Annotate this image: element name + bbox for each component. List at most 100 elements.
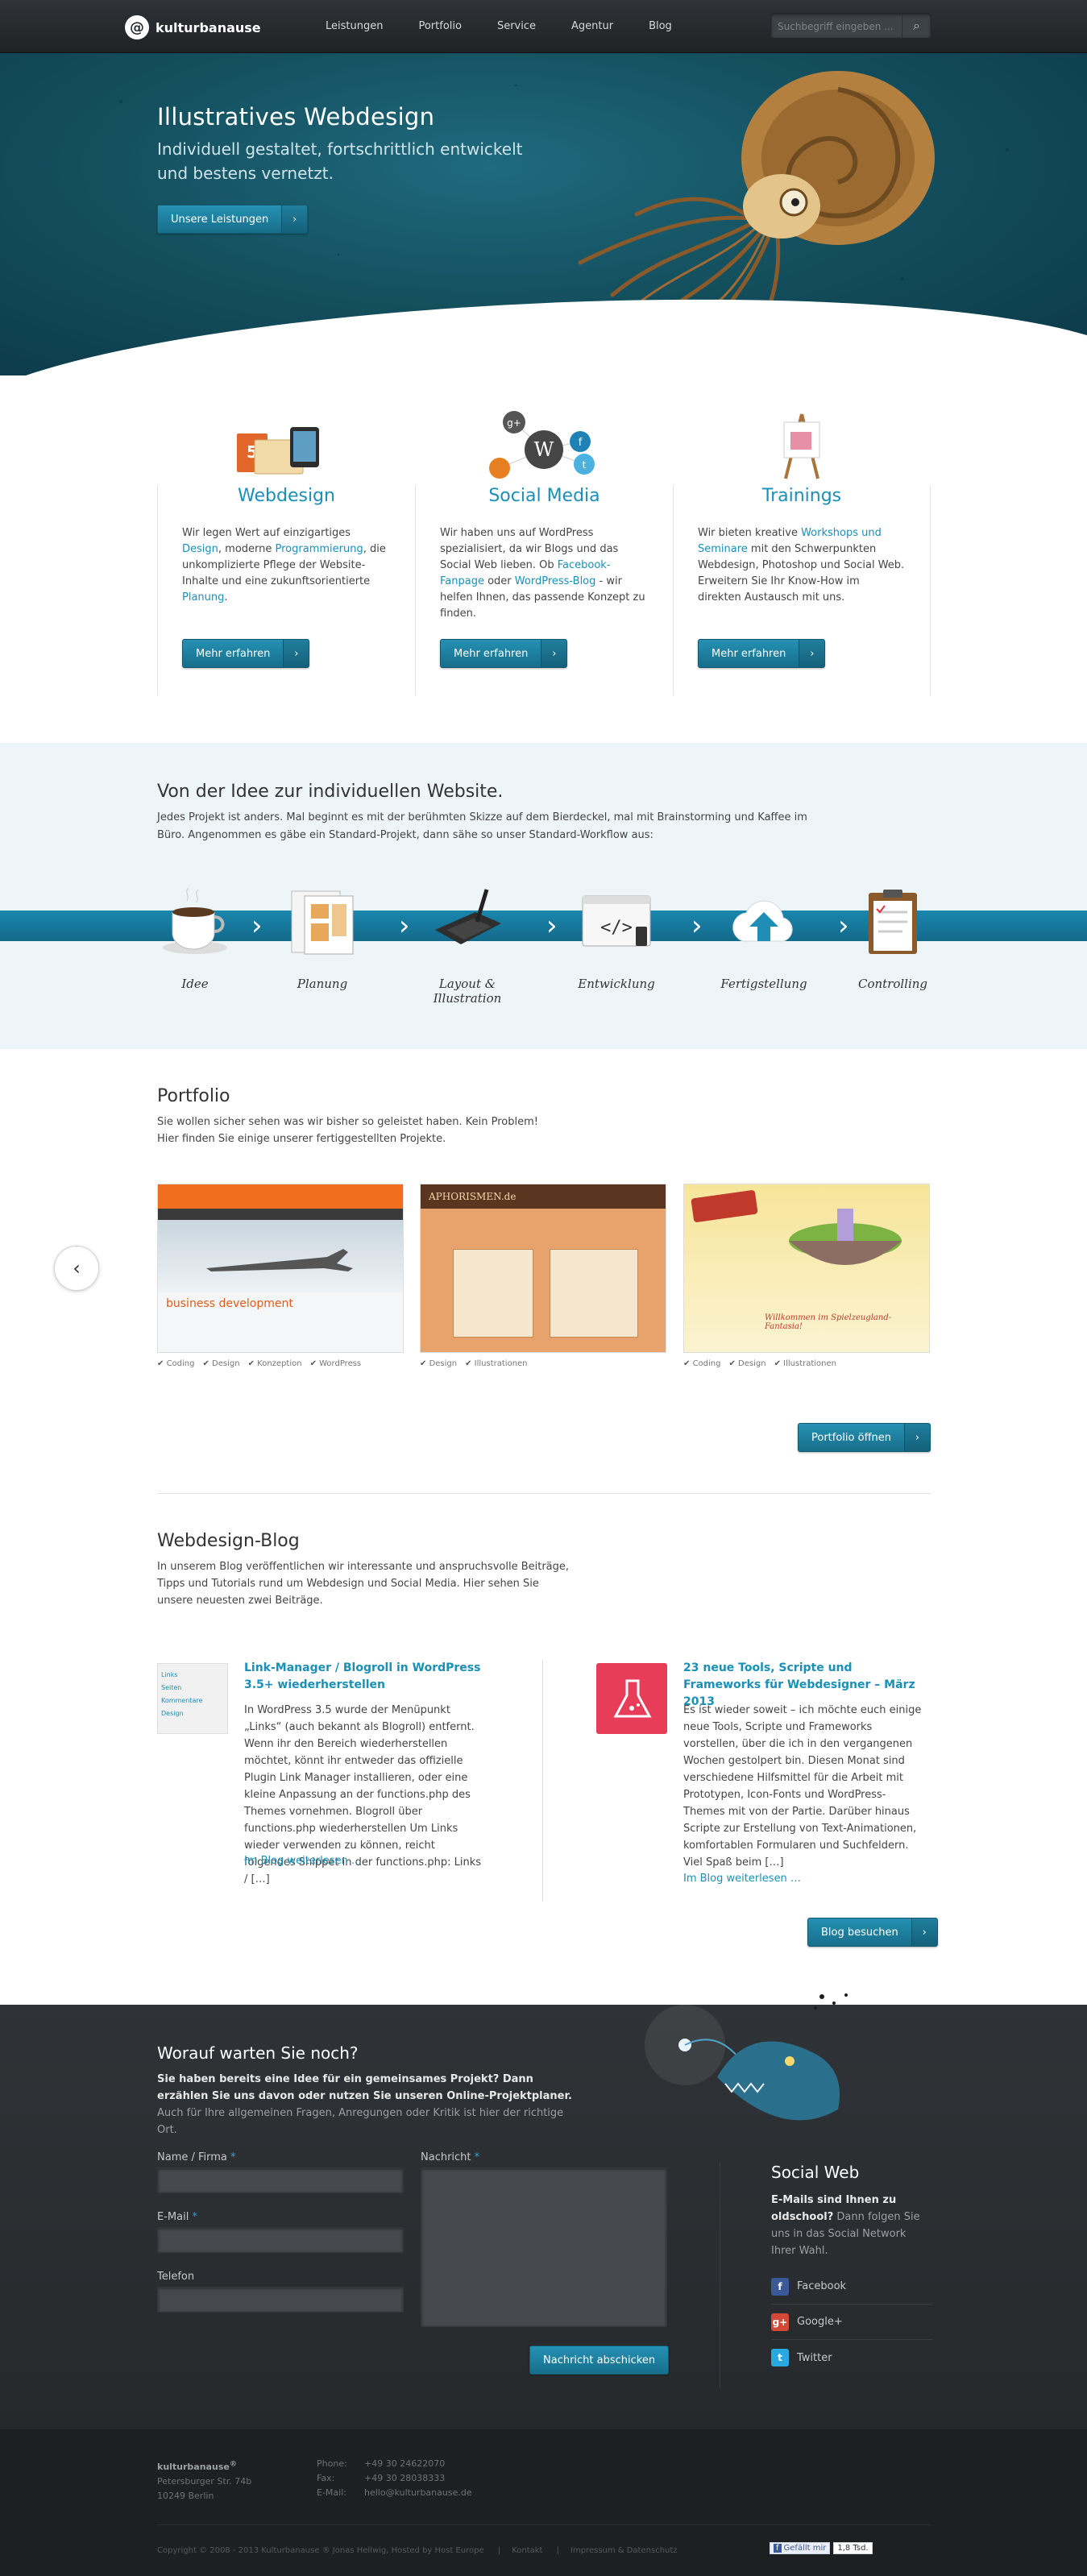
- button-label: Mehr erfahren: [712, 647, 786, 660]
- thumb-menu-item: Seiten: [161, 1684, 182, 1691]
- footer-link-impressum[interactable]: Impressum & Datenschutz: [570, 2546, 678, 2555]
- nav-service[interactable]: Service: [479, 0, 554, 53]
- footer-link-kontakt[interactable]: Kontakt: [512, 2546, 542, 2555]
- footer-street: Petersburger Str. 74b: [157, 2475, 252, 2487]
- nachricht-abschicken-button[interactable]: Nachricht abschicken: [529, 2346, 670, 2375]
- step-label: Planung: [297, 977, 348, 991]
- blog-text: In unserem Blog veröffentlichen wir inte…: [157, 1561, 570, 1607]
- blog-post: 23 neue Tools, Scripte und Frameworks fü…: [596, 1660, 935, 1902]
- nav-agentur[interactable]: Agentur: [554, 0, 631, 53]
- nav-leistungen[interactable]: Leistungen: [308, 0, 400, 53]
- facebook-like-button[interactable]: f Gefällt mir: [770, 2542, 831, 2554]
- footer-contact-labels: Phone: Fax: E-Mail:: [317, 2457, 347, 2500]
- portfolio-item[interactable]: APHORISMEN.de Design Illustrationen: [420, 1184, 666, 1368]
- hero-title: Illustratives Webdesign: [157, 103, 435, 131]
- portfolio-oeffnen-button[interactable]: Portfolio öffnen ›: [798, 1423, 931, 1452]
- phone-label: Phone:: [317, 2458, 347, 2469]
- link-wordpress-blog[interactable]: WordPress-Blog: [515, 575, 596, 587]
- phone-field[interactable]: [157, 2287, 404, 2313]
- main-navigation: Leistungen Portfolio Service Agentur Blo…: [308, 0, 690, 53]
- service-text: .: [224, 591, 228, 604]
- carousel-prev-button[interactable]: ‹: [54, 1246, 99, 1291]
- tag: Design: [202, 1359, 240, 1368]
- mehr-erfahren-button[interactable]: Mehr erfahren ›: [182, 639, 310, 668]
- label-text: Telefon: [157, 2271, 195, 2283]
- chevron-right-icon: ›: [281, 205, 308, 233]
- portfolio-tags: Coding Design Illustrationen: [683, 1359, 930, 1368]
- portfolio-item[interactable]: business development Coding Design Konzept…: [157, 1184, 404, 1368]
- thumb-menu-item: Kommentare: [161, 1697, 203, 1704]
- label-text: Name / Firma: [157, 2151, 227, 2163]
- logo-spiral-icon: @: [125, 15, 149, 39]
- footer-email-link[interactable]: hello@kulturbanause.de: [364, 2487, 472, 2498]
- post-title[interactable]: Link-Manager / Blogroll in WordPress 3.5…: [244, 1660, 486, 1694]
- blog-title: Webdesign-Blog: [157, 1531, 300, 1551]
- google-plus-icon: g+: [771, 2313, 789, 2331]
- footer-phone: +49 30 24622070: [364, 2458, 446, 2469]
- link-programmierung[interactable]: Programmierung: [276, 543, 363, 555]
- step-label: Controlling: [857, 977, 928, 991]
- link-design[interactable]: Design: [182, 543, 218, 555]
- chevron-right-icon: ›: [799, 640, 825, 667]
- label-text: Nachricht: [421, 2151, 471, 2163]
- social-text: E-Mails sind Ihnen zu oldschool? Dann fo…: [771, 2192, 932, 2259]
- svg-text:f: f: [579, 437, 583, 449]
- tag: Design: [420, 1359, 458, 1368]
- nav-blog[interactable]: Blog: [631, 0, 690, 53]
- workflow-step: Layout & Illustration: [407, 885, 528, 1006]
- tag: Coding: [157, 1359, 195, 1368]
- message-label: Nachricht *: [421, 2151, 479, 2163]
- footer: kulturbanause® Petersburger Str. 74b 102…: [0, 2429, 1087, 2576]
- cloud-upload-icon: [732, 900, 793, 942]
- social-links: f Facebook g+ Google+ t Twitter: [771, 2269, 932, 2375]
- logo[interactable]: @ kulturbanause: [125, 15, 261, 39]
- post-thumbnail[interactable]: [596, 1663, 667, 1734]
- email-field[interactable]: [157, 2227, 404, 2253]
- footer-divider: [157, 2524, 931, 2525]
- post-read-more-link[interactable]: Im Blog weiterlesen …: [244, 1855, 362, 1867]
- portfolio-caption: APHORISMEN.de: [421, 1184, 666, 1209]
- contact-intro-rest: Auch für Ihre allgemeinen Fragen, Anregu…: [157, 2107, 564, 2136]
- facebook-like-widget[interactable]: f Gefällt mir 1,8 Tsd.: [770, 2542, 873, 2554]
- planning-sketch-icon: [291, 890, 354, 955]
- tag: Illustrationen: [465, 1359, 528, 1368]
- unsere-leistungen-button[interactable]: Unsere Leistungen ›: [157, 205, 309, 234]
- post-read-more-link[interactable]: Im Blog weiterlesen …: [683, 1873, 801, 1885]
- search-input[interactable]: [778, 19, 898, 35]
- mehr-erfahren-button[interactable]: Mehr erfahren ›: [698, 639, 826, 668]
- portfolio-title: Portfolio: [157, 1086, 230, 1106]
- top-navigation-bar: @ kulturbanause Leistungen Portfolio Ser…: [0, 0, 1087, 53]
- contact-section: Worauf warten Sie noch? Sie haben bereit…: [0, 1993, 1087, 2429]
- thumb-menu-item: Links: [161, 1671, 178, 1678]
- social-web-panel: Social Web E-Mails sind Ihnen zu oldscho…: [771, 2163, 932, 2375]
- service-text: , moderne: [218, 543, 276, 555]
- post-thumbnail[interactable]: Links Seiten Kommentare Design: [157, 1663, 228, 1734]
- search-icon: ⌕: [913, 18, 920, 33]
- required-mark: *: [230, 2151, 236, 2163]
- blog-besuchen-button[interactable]: Blog besuchen ›: [807, 1918, 938, 1947]
- chevron-right-icon: ›: [541, 640, 567, 667]
- hero-subtitle: Individuell gestaltet, fortschrittlich e…: [157, 139, 523, 183]
- workflow-title: Von der Idee zur individuellen Website.: [157, 782, 504, 802]
- airplane-image: [158, 1220, 403, 1292]
- message-field[interactable]: [421, 2167, 667, 2327]
- workflow-text: Jedes Projekt ist anders. Mal beginnt es…: [157, 811, 807, 841]
- link-planung[interactable]: Planung: [182, 591, 224, 604]
- mehr-erfahren-button[interactable]: Mehr erfahren ›: [440, 639, 568, 668]
- svg-text:t: t: [583, 459, 587, 471]
- service-social-media: Social Media Wir haben uns auf WordPress…: [415, 486, 673, 695]
- tag: Konzeption: [248, 1359, 301, 1368]
- name-field[interactable]: [157, 2167, 404, 2193]
- search-button[interactable]: ⌕: [902, 14, 931, 38]
- workflow-step: Idee: [135, 885, 255, 991]
- code-window-icon: </>: [582, 895, 651, 947]
- social-link-facebook[interactable]: f Facebook: [771, 2269, 932, 2304]
- twitter-icon: t: [771, 2349, 789, 2367]
- social-link-twitter[interactable]: t Twitter: [771, 2340, 932, 2375]
- social-label: Twitter: [797, 2351, 832, 2364]
- portfolio-item[interactable]: Willkommen im Spielzeugland-Fantasia! Co…: [683, 1184, 930, 1368]
- tag: Design: [728, 1359, 766, 1368]
- social-link-google-plus[interactable]: g+ Google+: [771, 2304, 932, 2340]
- chevron-right-icon: ›: [904, 1424, 930, 1451]
- nav-portfolio[interactable]: Portfolio: [400, 0, 479, 53]
